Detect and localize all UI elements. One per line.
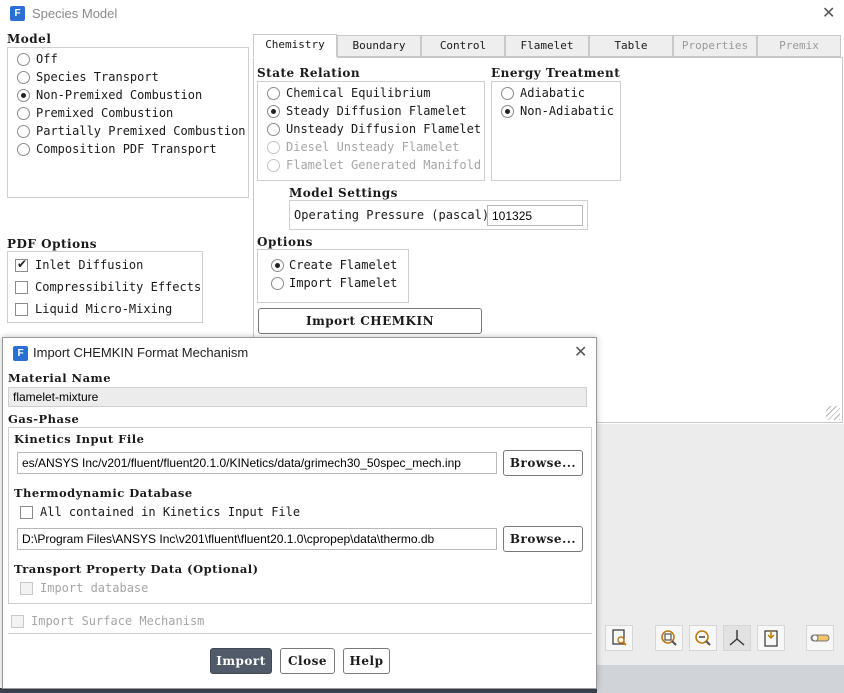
dialog-divider bbox=[8, 633, 592, 634]
pdf-option-label: Liquid Micro-Mixing bbox=[35, 302, 173, 316]
model-partially-premixed-radio[interactable] bbox=[17, 125, 30, 138]
background-status-strip bbox=[597, 665, 844, 693]
material-name-field bbox=[8, 387, 587, 407]
import-button[interactable]: Import bbox=[210, 648, 272, 674]
tab-chemistry[interactable]: Chemistry bbox=[253, 34, 337, 58]
import-surface-mechanism-label: Import Surface Mechanism bbox=[31, 614, 205, 628]
tab-properties[interactable]: Properties bbox=[673, 35, 757, 57]
state-relation-label: Flamelet Generated Manifold bbox=[286, 158, 482, 172]
import-surface-mechanism-checkbox bbox=[11, 615, 24, 628]
model-heading: Model bbox=[7, 32, 52, 46]
zoom-in-icon[interactable] bbox=[655, 625, 683, 651]
model-group: Off Species Transport Non-Premixed Combu… bbox=[7, 47, 249, 198]
model-settings-heading: Model Settings bbox=[289, 186, 398, 200]
fluent-app-icon: F bbox=[10, 6, 25, 21]
pdf-option-label: Compressibility Effects bbox=[35, 280, 202, 294]
model-off-radio[interactable] bbox=[17, 53, 30, 66]
state-relation-label: Chemical Equilibrium bbox=[286, 86, 431, 100]
window-title: Species Model bbox=[32, 6, 118, 21]
pdf-option-label: Inlet Diffusion bbox=[35, 258, 144, 272]
zoom-out-icon[interactable] bbox=[689, 625, 717, 651]
non-adiabatic-radio[interactable] bbox=[501, 105, 514, 118]
model-non-premixed-radio[interactable] bbox=[17, 89, 30, 102]
adiabatic-radio[interactable] bbox=[501, 87, 514, 100]
dialog-close-icon[interactable]: ✕ bbox=[574, 342, 587, 361]
import-flamelet-radio[interactable] bbox=[271, 277, 284, 290]
tab-control[interactable]: Control bbox=[421, 35, 505, 57]
model-option-label: Composition PDF Transport bbox=[36, 142, 217, 156]
model-option-label: Premixed Combustion bbox=[36, 106, 174, 120]
pdf-options-group: ✔ Inlet Diffusion Compressibility Effect… bbox=[7, 251, 203, 323]
model-premixed-radio[interactable] bbox=[17, 107, 30, 120]
help-button[interactable]: Help bbox=[343, 648, 390, 674]
fluent-app-icon: F bbox=[13, 346, 28, 361]
transport-property-label: Transport Property Data (Optional) bbox=[14, 562, 259, 576]
tab-table[interactable]: Table bbox=[589, 35, 673, 57]
state-relation-heading: State Relation bbox=[257, 66, 361, 80]
options-group: Create Flamelet Import Flamelet bbox=[257, 249, 409, 303]
tab-flamelet[interactable]: Flamelet bbox=[505, 35, 589, 57]
kinetics-input-file-label: Kinetics Input File bbox=[14, 432, 145, 446]
flamelet-generated-manifold-radio bbox=[267, 159, 280, 172]
import-database-label: Import database bbox=[40, 581, 149, 595]
steady-diffusion-flamelet-radio[interactable] bbox=[267, 105, 280, 118]
resize-grip-icon[interactable] bbox=[826, 406, 840, 420]
close-icon[interactable]: ✕ bbox=[822, 3, 835, 22]
state-relation-label: Unsteady Diffusion Flamelet bbox=[286, 122, 482, 136]
model-option-label: Partially Premixed Combustion bbox=[36, 124, 246, 138]
gas-phase-group: Kinetics Input File Browse... Thermodyna… bbox=[8, 427, 592, 604]
tab-premix[interactable]: Premix bbox=[757, 35, 841, 57]
state-relation-label: Diesel Unsteady Flamelet bbox=[286, 140, 460, 154]
export-icon[interactable] bbox=[757, 625, 785, 651]
thermodynamic-database-label: Thermodynamic Database bbox=[14, 486, 193, 500]
toggle-icon[interactable] bbox=[806, 625, 834, 651]
gas-phase-label: Gas-Phase bbox=[8, 412, 80, 426]
energy-treatment-group: Adiabatic Non-Adiabatic bbox=[491, 81, 621, 181]
import-chemkin-mechanism-button[interactable]: Import CHEMKIN Mechanism... bbox=[258, 308, 482, 352]
model-species-transport-radio[interactable] bbox=[17, 71, 30, 84]
energy-treatment-heading: Energy Treatment bbox=[491, 66, 621, 80]
thermo-browse-button[interactable]: Browse... bbox=[503, 526, 583, 552]
liquid-micro-mixing-checkbox[interactable] bbox=[15, 303, 28, 316]
operating-pressure-label: Operating Pressure (pascal) bbox=[294, 208, 490, 222]
dialog-title: Import CHEMKIN Format Mechanism bbox=[33, 345, 249, 360]
model-composition-pdf-radio[interactable] bbox=[17, 143, 30, 156]
model-option-label: Off bbox=[36, 52, 58, 66]
main-title-bar: F Species Model ✕ bbox=[0, 0, 844, 28]
create-flamelet-radio[interactable] bbox=[271, 259, 284, 272]
kinetics-browse-button[interactable]: Browse... bbox=[503, 450, 583, 476]
chemical-equilibrium-radio[interactable] bbox=[267, 87, 280, 100]
import-chemkin-dialog: F Import CHEMKIN Format Mechanism ✕ Mate… bbox=[2, 337, 597, 689]
thermodynamic-database-field[interactable] bbox=[17, 528, 497, 550]
diesel-unsteady-flamelet-radio bbox=[267, 141, 280, 154]
operating-pressure-input[interactable] bbox=[487, 205, 583, 226]
state-relation-group: Chemical Equilibrium Steady Diffusion Fl… bbox=[257, 81, 485, 181]
unsteady-diffusion-flamelet-radio[interactable] bbox=[267, 123, 280, 136]
energy-option-label: Adiabatic bbox=[520, 86, 586, 100]
model-option-label: Species Transport bbox=[36, 70, 159, 84]
inlet-diffusion-checkbox[interactable]: ✔ bbox=[15, 257, 28, 272]
tab-strip-line bbox=[337, 57, 843, 58]
axes-icon[interactable] bbox=[723, 625, 751, 651]
kinetics-input-file-field[interactable] bbox=[17, 452, 497, 474]
energy-option-label: Non-Adiabatic bbox=[520, 104, 614, 118]
options-label: Create Flamelet bbox=[289, 258, 398, 272]
state-relation-label: Steady Diffusion Flamelet bbox=[286, 104, 467, 118]
all-contained-label: All contained in Kinetics Input File bbox=[40, 505, 301, 519]
material-name-label: Material Name bbox=[8, 371, 112, 385]
check-mark-icon: ✔ bbox=[17, 257, 28, 271]
pdf-options-heading: PDF Options bbox=[7, 237, 98, 251]
options-label: Import Flamelet bbox=[289, 276, 398, 290]
tab-boundary[interactable]: Boundary bbox=[337, 35, 421, 57]
model-settings-group: Operating Pressure (pascal) bbox=[289, 200, 588, 230]
close-button[interactable]: Close bbox=[280, 648, 335, 674]
background-graphics-area bbox=[597, 424, 844, 693]
all-contained-checkbox[interactable] bbox=[20, 506, 33, 519]
import-database-checkbox bbox=[20, 582, 33, 595]
model-option-label: Non-Premixed Combustion bbox=[36, 88, 203, 102]
active-tab-joiner bbox=[253, 57, 337, 58]
options-heading: Options bbox=[257, 235, 313, 249]
compressibility-effects-checkbox[interactable] bbox=[15, 281, 28, 294]
page-search-icon[interactable] bbox=[605, 625, 633, 651]
